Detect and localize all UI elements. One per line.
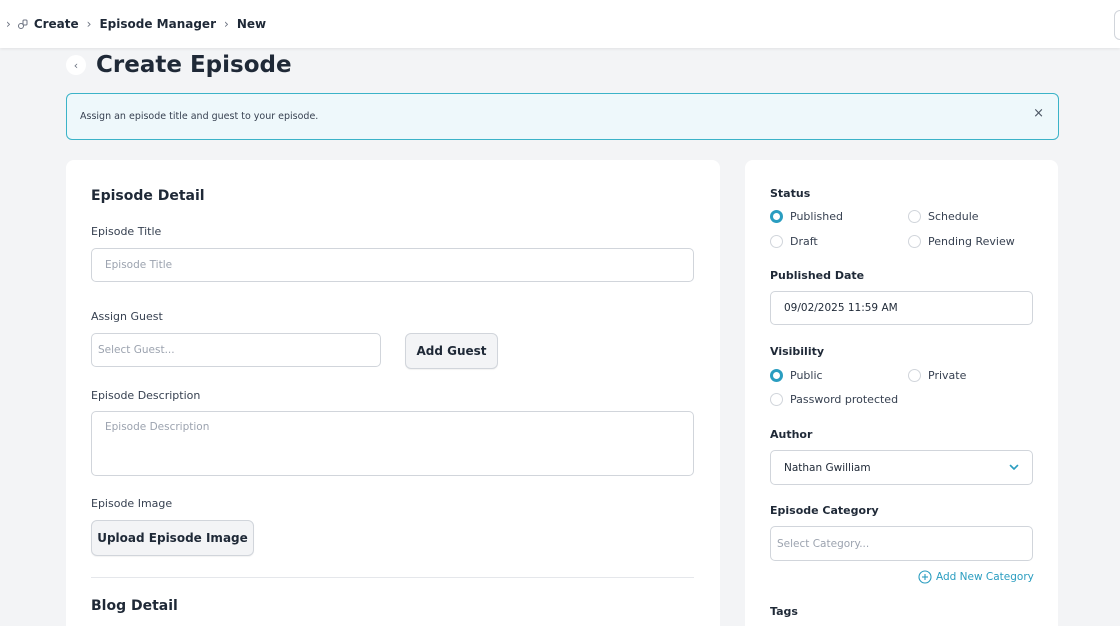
chevron-left-icon: ‹ [73,58,79,72]
radio-unchecked-icon [908,210,921,223]
add-new-category-label: Add New Category [936,571,1034,583]
status-option-label: Schedule [928,210,979,223]
radio-unchecked-icon [770,235,783,248]
podcast-icon [17,18,29,30]
top-bar: › Create › Episode Manager › New [0,0,1120,48]
visibility-radio-private[interactable]: Private [908,369,966,382]
status-radio-draft[interactable]: Draft [770,235,818,248]
published-date-input[interactable] [770,291,1033,325]
category-select-input[interactable] [770,526,1033,561]
chevron-right-icon: › [6,17,11,31]
visibility-option-label: Password protected [790,393,899,406]
episode-detail-card: Episode Detail Episode Title Assign Gues… [66,160,720,626]
status-label: Status [770,187,811,200]
status-radio-published[interactable]: Published [770,210,843,223]
add-new-category-link[interactable]: Add New Category [918,570,1034,584]
episode-description-label: Episode Description [91,389,201,402]
chevron-down-icon [1008,461,1020,476]
status-option-label: Pending Review [928,235,1015,248]
blog-detail-title: Blog Detail [91,598,178,614]
episode-description-input[interactable] [91,411,694,476]
episode-title-label: Episode Title [91,225,162,238]
upload-episode-image-button[interactable]: Upload Episode Image [91,520,254,556]
episode-category-label: Episode Category [770,504,879,517]
status-radio-pending-review[interactable]: Pending Review [908,235,1015,248]
status-option-label: Published [790,210,843,223]
visibility-radio-password-protected[interactable]: Password protected [770,393,898,406]
status-option-label: Draft [790,235,818,248]
radio-unchecked-icon [908,235,921,248]
add-guest-button[interactable]: Add Guest [405,333,498,369]
breadcrumb-item-new: New [236,17,267,31]
tags-label: Tags [770,605,798,618]
alert-message: Assign an episode title and guest to you… [80,111,319,122]
top-right-control[interactable] [1114,10,1120,40]
visibility-label: Visibility [770,345,825,358]
plus-circle-icon [918,570,932,584]
radio-unchecked-icon [908,369,921,382]
radio-unchecked-icon [770,393,783,406]
chevron-right-icon: › [86,17,92,31]
publish-settings-card: Status Published Schedule Draft Pending … [745,160,1058,626]
radio-checked-icon [770,369,783,382]
author-value: Nathan Gwilliam [784,461,871,474]
visibility-option-label: Private [928,369,967,382]
section-divider [91,577,694,578]
close-icon[interactable]: × [1033,106,1044,121]
page-header: ‹ Create Episode [66,52,292,78]
breadcrumb-item-episode-manager[interactable]: Episode Manager [99,17,216,31]
breadcrumb: › Create › Episode Manager › New [0,17,266,31]
episode-detail-title: Episode Detail [91,188,205,204]
guest-select-input[interactable] [91,333,381,367]
back-button[interactable]: ‹ [66,55,86,75]
chevron-right-icon: › [224,17,229,31]
published-date-label: Published Date [770,269,865,282]
status-radio-schedule[interactable]: Schedule [908,210,979,223]
assign-guest-label: Assign Guest [91,310,163,323]
radio-checked-icon [770,210,783,223]
visibility-option-label: Public [790,369,823,382]
episode-title-input[interactable] [91,248,694,282]
breadcrumb-item-create[interactable]: Create [34,17,79,31]
info-alert: Assign an episode title and guest to you… [66,93,1059,140]
episode-image-label: Episode Image [91,497,173,510]
visibility-radio-public[interactable]: Public [770,369,823,382]
page-title: Create Episode [96,52,292,78]
author-label: Author [770,428,813,441]
author-select[interactable]: Nathan Gwilliam [770,450,1033,485]
